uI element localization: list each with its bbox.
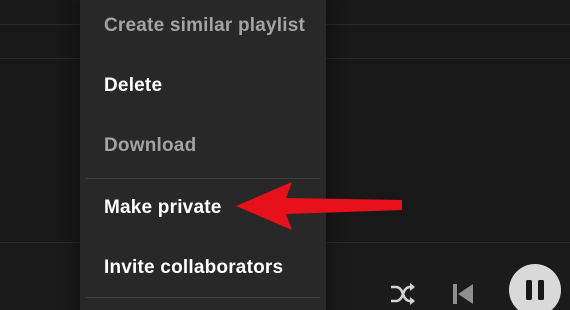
- menu-item-invite-collaborators[interactable]: Invite collaborators: [86, 246, 320, 290]
- menu-item-label: Invite collaborators: [104, 257, 284, 278]
- pause-button[interactable]: [509, 264, 561, 310]
- menu-divider: [86, 297, 320, 298]
- menu-item-label: Delete: [104, 75, 163, 96]
- previous-track-button[interactable]: [448, 279, 478, 309]
- menu-item-download[interactable]: Download: [86, 124, 320, 168]
- menu-item-delete[interactable]: Delete: [86, 64, 320, 108]
- pause-icon: [526, 280, 544, 300]
- shuffle-icon: [391, 283, 415, 305]
- shuffle-button[interactable]: [388, 279, 418, 309]
- menu-item-label: Make private: [104, 197, 222, 218]
- playlist-context-menu: Create similar playlist Delete Download …: [80, 0, 326, 310]
- menu-item-label: Download: [104, 135, 197, 156]
- app-window: Create similar playlist Delete Download …: [0, 0, 570, 310]
- previous-icon: [453, 284, 473, 304]
- menu-divider: [86, 178, 320, 179]
- menu-item-create-similar-playlist[interactable]: Create similar playlist: [86, 4, 320, 48]
- red-arrow-icon: [236, 182, 402, 230]
- menu-item-label: Create similar playlist: [104, 15, 306, 36]
